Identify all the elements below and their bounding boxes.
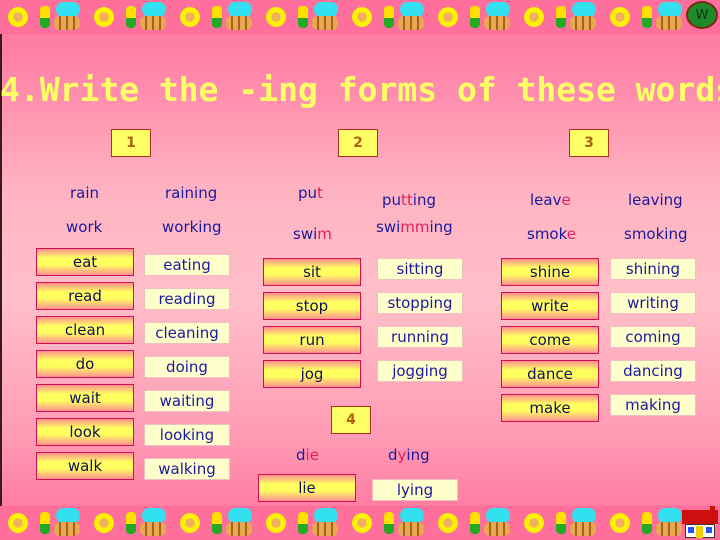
bee-heart-icon — [640, 2, 686, 32]
base-word-button[interactable]: stop — [263, 292, 361, 320]
example-ing: swimming — [376, 218, 453, 236]
example-ing: putting — [382, 191, 436, 209]
ing-answer-box[interactable]: stopping — [377, 292, 463, 314]
flower-icon — [262, 510, 290, 536]
bee-heart-icon — [554, 2, 600, 32]
bee-heart-icon — [124, 508, 170, 538]
base-word-button[interactable]: read — [36, 282, 134, 310]
section-number-2: 2 — [338, 129, 378, 157]
ing-answer-box[interactable]: making — [610, 394, 696, 416]
top-decor-border — [0, 0, 720, 34]
bee-heart-icon — [640, 508, 686, 538]
base-word-button[interactable]: make — [501, 394, 599, 422]
ing-answer-box[interactable]: reading — [144, 288, 230, 310]
bee-heart-icon — [468, 508, 514, 538]
base-word-button[interactable]: come — [501, 326, 599, 354]
example-ing: dying — [388, 446, 430, 464]
flower-icon — [176, 4, 204, 30]
bee-heart-icon — [38, 2, 84, 32]
bottom-decor-border — [0, 506, 720, 540]
bee-heart-icon — [210, 2, 256, 32]
ing-answer-box[interactable]: writing — [610, 292, 696, 314]
flower-icon — [90, 510, 118, 536]
example-base: put — [298, 184, 323, 202]
bee-heart-icon — [554, 508, 600, 538]
example-base: rain — [70, 184, 100, 202]
flower-icon — [348, 4, 376, 30]
ing-answer-box[interactable]: eating — [144, 254, 230, 276]
base-word-button[interactable]: wait — [36, 384, 134, 412]
base-word-button[interactable]: jog — [263, 360, 361, 388]
ing-answer-box[interactable]: lying — [372, 479, 458, 501]
example-base: leave — [530, 191, 571, 209]
flower-icon — [4, 510, 32, 536]
base-word-button[interactable]: eat — [36, 248, 134, 276]
ing-answer-box[interactable]: jogging — [377, 360, 463, 382]
flower-icon — [348, 510, 376, 536]
flower-icon — [262, 4, 290, 30]
example-base: smoke — [527, 225, 576, 243]
base-word-button[interactable]: sit — [263, 258, 361, 286]
bee-heart-icon — [210, 508, 256, 538]
base-word-button[interactable]: write — [501, 292, 599, 320]
ing-answer-box[interactable]: shining — [610, 258, 696, 280]
ing-answer-box[interactable]: walking — [144, 458, 230, 480]
section-number-1: 1 — [111, 129, 151, 157]
base-word-button[interactable]: walk — [36, 452, 134, 480]
example-base: die — [296, 446, 319, 464]
flower-icon — [520, 510, 548, 536]
ing-answer-box[interactable]: dancing — [610, 360, 696, 382]
flower-icon — [434, 4, 462, 30]
base-word-button[interactable]: lie — [258, 474, 356, 502]
flower-icon — [520, 4, 548, 30]
section-number-3: 3 — [569, 129, 609, 157]
w-circle-icon[interactable]: W — [686, 1, 718, 29]
example-ing: working — [162, 218, 222, 236]
flower-icon — [4, 4, 32, 30]
ing-answer-box[interactable]: coming — [610, 326, 696, 348]
base-word-button[interactable]: clean — [36, 316, 134, 344]
bee-heart-icon — [382, 2, 428, 32]
base-word-button[interactable]: shine — [501, 258, 599, 286]
base-word-button[interactable]: dance — [501, 360, 599, 388]
ing-answer-box[interactable]: cleaning — [144, 322, 230, 344]
bee-heart-icon — [296, 2, 342, 32]
example-ing: leaving — [628, 191, 683, 209]
example-base: swim — [293, 225, 332, 243]
base-word-button[interactable]: look — [36, 418, 134, 446]
ing-answer-box[interactable]: looking — [144, 424, 230, 446]
ing-answer-box[interactable]: running — [377, 326, 463, 348]
flower-icon — [434, 510, 462, 536]
flower-icon — [606, 4, 634, 30]
ing-answer-box[interactable]: sitting — [377, 258, 463, 280]
base-word-button[interactable]: run — [263, 326, 361, 354]
bee-heart-icon — [468, 2, 514, 32]
example-base: work — [66, 218, 103, 236]
flower-icon — [606, 510, 634, 536]
ing-answer-box[interactable]: waiting — [144, 390, 230, 412]
badge-label: W — [695, 7, 709, 23]
bee-heart-icon — [124, 2, 170, 32]
bee-heart-icon — [382, 508, 428, 538]
bee-heart-icon — [38, 508, 84, 538]
example-ing: raining — [165, 184, 218, 202]
section-number-4: 4 — [331, 406, 371, 434]
page-title: 4.Write the -ing forms of these words. — [0, 70, 720, 109]
base-word-button[interactable]: do — [36, 350, 134, 378]
bee-heart-icon — [296, 508, 342, 538]
example-ing: smoking — [624, 225, 688, 243]
flower-icon — [90, 4, 118, 30]
house-icon[interactable] — [682, 506, 718, 540]
ing-answer-box[interactable]: doing — [144, 356, 230, 378]
flower-icon — [176, 510, 204, 536]
